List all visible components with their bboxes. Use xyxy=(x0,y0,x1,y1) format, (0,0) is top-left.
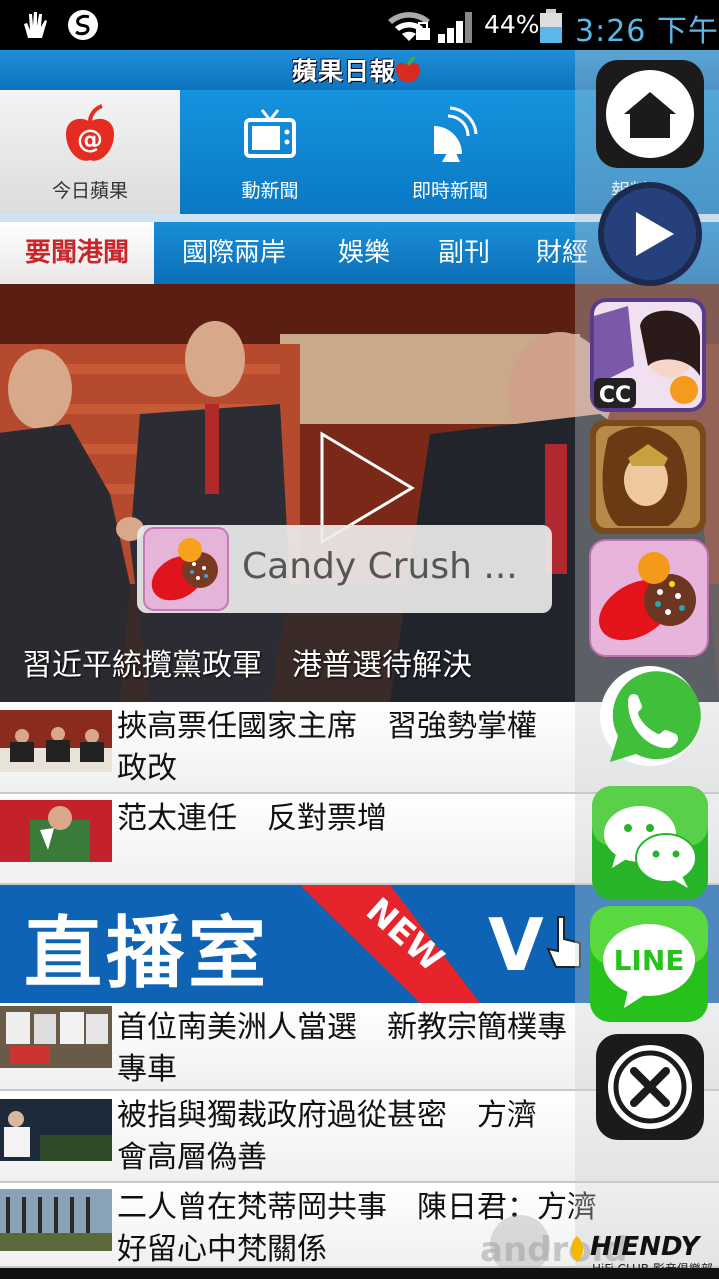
signal-icon xyxy=(438,12,472,43)
newspaper-thumb xyxy=(0,1006,112,1068)
svg-text:@: @ xyxy=(77,125,103,155)
play-icon[interactable] xyxy=(596,180,704,288)
live-banner-title: 直播室 xyxy=(24,909,271,999)
candy-crush-icon[interactable] xyxy=(588,538,710,658)
clock: 3:26 下午 xyxy=(575,14,719,49)
popup-app-name: Candy Crush ... xyxy=(242,546,518,587)
hand-icon xyxy=(24,12,47,38)
category-entertainment[interactable]: 娛樂 xyxy=(322,222,406,284)
satellite-dish-icon xyxy=(434,106,478,162)
line-icon[interactable]: LINE xyxy=(588,904,710,1024)
wifi-icon xyxy=(388,12,430,41)
crowd-thumb xyxy=(0,1189,112,1251)
bottom-edge xyxy=(0,1268,719,1279)
tab-label: 動新聞 xyxy=(241,180,299,202)
tv-icon xyxy=(244,109,296,158)
home-icon[interactable] xyxy=(594,58,706,170)
tab-label: 今日蘋果 xyxy=(51,180,128,202)
svg-text:CC: CC xyxy=(599,383,631,408)
battery-percent: 44% xyxy=(484,10,540,39)
hero-game-icon[interactable] xyxy=(588,418,708,536)
candy-crush-popup[interactable]: Candy Crush ... xyxy=(137,525,552,613)
app-logo-text: 蘋果日報 xyxy=(292,57,397,86)
meeting-thumb xyxy=(0,710,112,772)
person-thumb xyxy=(0,800,112,862)
tab-today-apple[interactable]: @ 今日蘋果 xyxy=(0,90,180,214)
hiendy-logo-icon xyxy=(570,1236,584,1262)
wechat-icon[interactable] xyxy=(590,784,710,902)
line-label: LINE xyxy=(614,944,685,977)
hiendy-brand: HIENDY xyxy=(590,1232,700,1262)
tab-breaking-news[interactable]: 即時新聞 xyxy=(360,90,540,214)
apple-logo-icon: @ xyxy=(66,104,114,161)
close-icon[interactable] xyxy=(594,1032,706,1142)
sync-icon xyxy=(68,10,98,40)
pope-thumb xyxy=(0,1099,112,1161)
category-international[interactable]: 國際兩岸 xyxy=(166,222,302,284)
tab-label: 即時新聞 xyxy=(411,180,488,202)
battery-icon xyxy=(540,9,562,43)
status-bar: 44% 3:26 下午 xyxy=(0,0,719,50)
category-supplement[interactable]: 副刊 xyxy=(422,222,506,284)
apple-logo-icon xyxy=(396,56,420,83)
candy-crush-icon xyxy=(143,527,229,611)
game-app-icon[interactable]: CC xyxy=(588,296,708,414)
hero-caption: 習近平統攬黨政軍 港普選待解決 xyxy=(22,648,472,683)
whatsapp-icon[interactable] xyxy=(594,662,706,774)
tab-video-news[interactable]: 動新聞 xyxy=(180,90,360,214)
category-hk-news[interactable]: 要聞港聞 xyxy=(0,222,154,284)
live-banner-suffix: V xyxy=(488,903,544,987)
